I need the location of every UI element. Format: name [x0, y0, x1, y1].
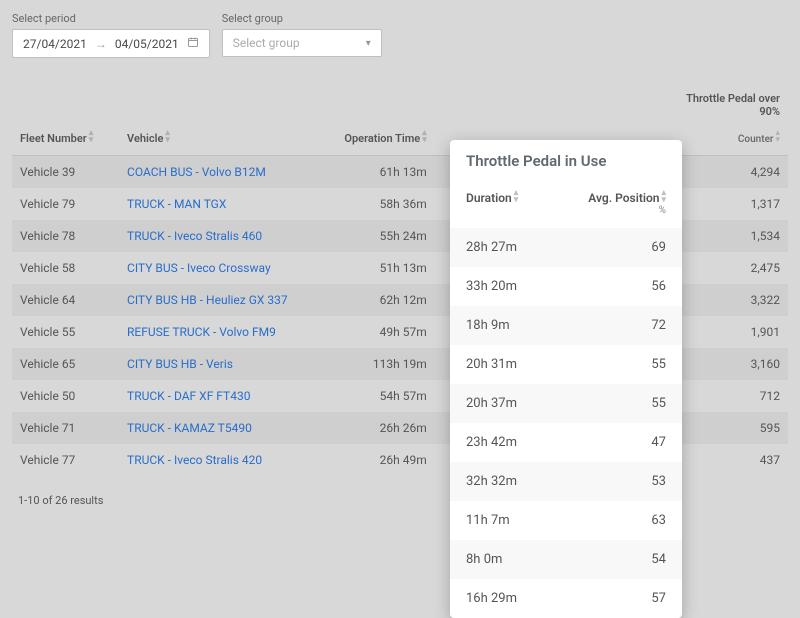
vehicle-link[interactable]: TRUCK - DAF XF FT430 — [127, 389, 250, 403]
vehicle-link[interactable]: TRUCK - Iveco Stralis 460 — [127, 229, 262, 243]
vehicle-link[interactable]: CITY BUS HB - Heuliez GX 337 — [127, 293, 288, 307]
counter-cell: 2,475 — [670, 252, 788, 284]
throttle-duration: 11h 7m — [466, 513, 616, 528]
date-to: 04/05/2021 — [115, 37, 179, 51]
panel-col-duration[interactable]: Duration▴▾ — [466, 190, 588, 216]
fleet-cell: Vehicle 65 — [12, 348, 119, 380]
optime-cell: 26h 26m — [333, 412, 435, 444]
optime-cell: 55h 24m — [333, 220, 435, 252]
throttle-avg: 69 — [616, 240, 666, 255]
fleet-cell: Vehicle 77 — [12, 444, 119, 476]
calendar-icon — [187, 36, 199, 51]
throttle-row: 16h 29m57 — [450, 579, 682, 618]
throttle-row: 32h 32m53 — [450, 462, 682, 501]
throttle-row: 28h 27m69 — [450, 228, 682, 267]
throttle-row: 18h 9m72 — [450, 306, 682, 345]
throttle-avg: 55 — [616, 396, 666, 411]
throttle-duration: 33h 20m — [466, 279, 616, 294]
sort-icon: ▴▾ — [775, 130, 780, 144]
throttle-duration: 20h 31m — [466, 357, 616, 372]
sort-icon: ▴▾ — [165, 130, 170, 144]
group-label: Select group — [222, 12, 382, 25]
counter-cell: 3,322 — [670, 284, 788, 316]
optime-cell: 58h 36m — [333, 188, 435, 220]
fleet-cell: Vehicle 71 — [12, 412, 119, 444]
arrow-right-icon: → — [95, 37, 107, 51]
panel-col-avg[interactable]: Avg. Position▴▾% — [588, 190, 666, 216]
col-optime-header[interactable]: Operation Time▴▾ — [333, 120, 435, 156]
vehicle-link[interactable]: TRUCK - KAMAZ T5490 — [127, 421, 252, 435]
throttle-duration: 18h 9m — [466, 318, 616, 333]
fleet-cell: Vehicle 79 — [12, 188, 119, 220]
fleet-cell: Vehicle 50 — [12, 380, 119, 412]
throttle-row: 20h 31m55 — [450, 345, 682, 384]
fleet-cell: Vehicle 64 — [12, 284, 119, 316]
sort-icon: ▴▾ — [89, 130, 94, 144]
throttle-avg: 72 — [616, 318, 666, 333]
throttle-row: 33h 20m56 — [450, 267, 682, 306]
throttle-avg: 63 — [616, 513, 666, 528]
throttle-group-header: Throttle Pedal over 90% — [670, 82, 788, 120]
date-range-picker[interactable]: 27/04/2021 → 04/05/2021 — [12, 29, 210, 58]
throttle-avg: 56 — [616, 279, 666, 294]
fleet-cell: Vehicle 39 — [12, 156, 119, 189]
throttle-duration: 23h 42m — [466, 435, 616, 450]
optime-cell: 51h 13m — [333, 252, 435, 284]
throttle-panel: Throttle Pedal in Use Duration▴▾ Avg. Po… — [450, 140, 682, 618]
throttle-avg: 55 — [616, 357, 666, 372]
vehicle-link[interactable]: REFUSE TRUCK - Volvo FM9 — [127, 325, 276, 339]
sort-icon: ▴▾ — [422, 130, 427, 144]
optime-cell: 26h 49m — [333, 444, 435, 476]
throttle-duration: 32h 32m — [466, 474, 616, 489]
throttle-duration: 28h 27m — [466, 240, 616, 255]
fleet-cell: Vehicle 55 — [12, 316, 119, 348]
group-select[interactable]: Select group ▾ — [222, 29, 382, 57]
date-from: 27/04/2021 — [23, 37, 87, 51]
throttle-row: 23h 42m47 — [450, 423, 682, 462]
throttle-row: 20h 37m55 — [450, 384, 682, 423]
counter-cell: 1,317 — [670, 188, 788, 220]
counter-cell: 3,160 — [670, 348, 788, 380]
optime-cell: 62h 12m — [333, 284, 435, 316]
counter-cell: 4,294 — [670, 156, 788, 189]
col-counter-header[interactable]: Counter▴▾ — [670, 120, 788, 156]
optime-cell: 113h 19m — [333, 348, 435, 380]
col-vehicle-header[interactable]: Vehicle▴▾ — [119, 120, 333, 156]
vehicle-link[interactable]: COACH BUS - Volvo B12M — [127, 165, 266, 179]
counter-cell: 1,901 — [670, 316, 788, 348]
counter-cell: 595 — [670, 412, 788, 444]
throttle-duration: 20h 37m — [466, 396, 616, 411]
counter-cell: 1,534 — [670, 220, 788, 252]
sort-icon: ▴▾ — [514, 190, 519, 204]
throttle-row: 11h 7m63 — [450, 501, 682, 540]
throttle-duration: 16h 29m — [466, 591, 616, 606]
vehicle-link[interactable]: CITY BUS HB - Veris — [127, 357, 233, 371]
throttle-avg: 53 — [616, 474, 666, 489]
optime-cell: 49h 57m — [333, 316, 435, 348]
counter-cell: 437 — [670, 444, 788, 476]
throttle-panel-title: Throttle Pedal in Use — [450, 140, 682, 180]
group-placeholder: Select group — [233, 36, 300, 50]
throttle-avg: 57 — [616, 591, 666, 606]
period-label: Select period — [12, 12, 210, 25]
throttle-avg: 47 — [616, 435, 666, 450]
vehicle-link[interactable]: TRUCK - Iveco Stralis 420 — [127, 453, 262, 467]
fleet-cell: Vehicle 78 — [12, 220, 119, 252]
sort-icon: ▴▾ — [661, 190, 666, 204]
vehicle-link[interactable]: CITY BUS - Iveco Crossway — [127, 261, 271, 275]
col-fleet-header[interactable]: Fleet Number▴▾ — [12, 120, 119, 156]
chevron-down-icon: ▾ — [366, 38, 371, 49]
optime-cell: 54h 57m — [333, 380, 435, 412]
counter-cell: 712 — [670, 380, 788, 412]
fleet-cell: Vehicle 58 — [12, 252, 119, 284]
optime-cell: 61h 13m — [333, 156, 435, 189]
vehicle-link[interactable]: TRUCK - MAN TGX — [127, 197, 226, 211]
